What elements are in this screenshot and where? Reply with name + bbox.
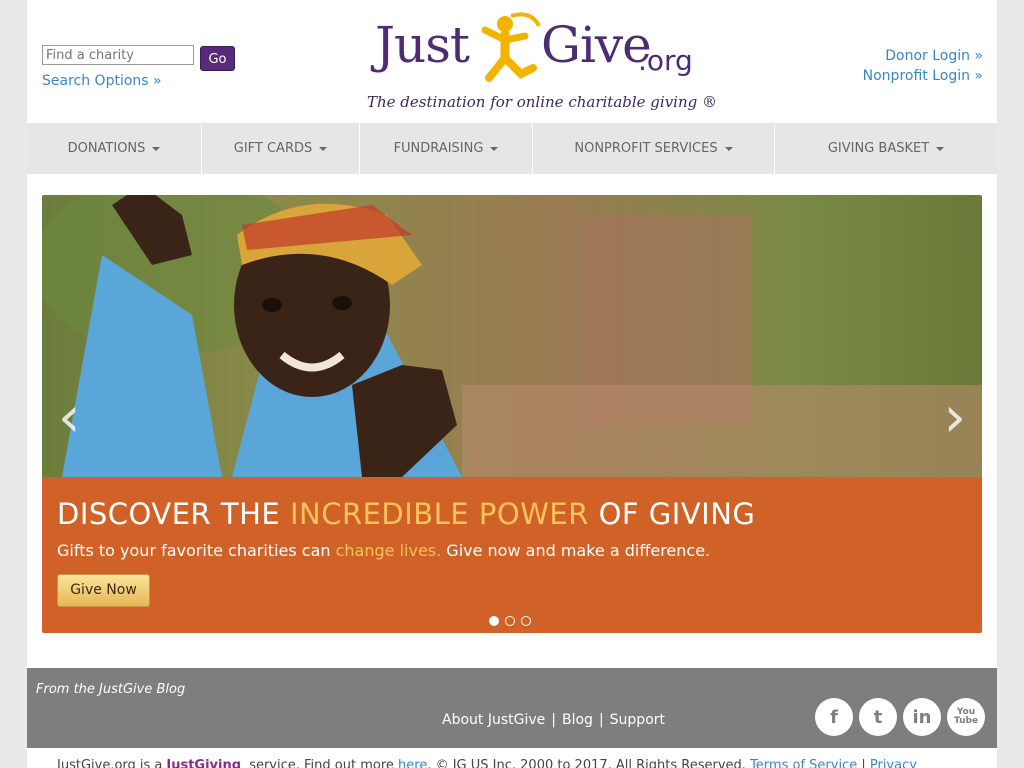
logo-figure-icon: [481, 12, 541, 82]
login-links: Donor Login » Nonprofit Login »: [863, 46, 983, 86]
logo-text-just: Just: [375, 16, 470, 74]
nav-donations[interactable]: DONATIONS: [27, 123, 202, 174]
here-link[interactable]: here: [398, 758, 427, 768]
caret-down-icon: [490, 146, 499, 151]
caret-down-icon: [936, 146, 945, 151]
about-justgive-link[interactable]: About JustGive: [442, 712, 545, 728]
hero-subtitle-part: Gifts to your favorite charities can: [57, 541, 336, 560]
copyright-text: JustGive.org is a: [57, 758, 163, 768]
nav-gift-cards[interactable]: GIFT CARDS: [202, 123, 360, 174]
nav-nonprofit-services-label: NONPROFIT SERVICES: [574, 141, 718, 156]
give-now-button[interactable]: Give Now: [57, 574, 150, 607]
hero-banner: DISCOVER THE INCREDIBLE POWER OF GIVING …: [42, 477, 982, 633]
twitter-icon[interactable]: t: [859, 698, 897, 736]
hero-photo-child: ‹ ›: [42, 195, 982, 477]
youtube-icon[interactable]: You Tube: [947, 698, 985, 736]
carousel-dot-1[interactable]: [489, 616, 499, 626]
nav-gift-cards-label: GIFT CARDS: [233, 141, 313, 156]
facebook-glyph: f: [830, 706, 838, 728]
hero-title: DISCOVER THE INCREDIBLE POWER OF GIVING: [57, 497, 755, 531]
nav-fundraising-label: FUNDRAISING: [393, 141, 484, 156]
hero-title-highlight: INCREDIBLE POWER: [289, 497, 589, 531]
footer-separator: |: [598, 712, 604, 728]
caret-down-icon: [724, 146, 733, 151]
terms-of-service-link[interactable]: Terms of Service: [750, 758, 857, 768]
carousel-prev-icon[interactable]: ‹: [58, 385, 80, 450]
justgive-logo[interactable]: Just Give .org The destination for onlin…: [363, 10, 718, 114]
search-options-link[interactable]: Search Options »: [42, 73, 162, 89]
copyright-text: service. Find out more: [245, 758, 399, 768]
search-go-button[interactable]: Go: [200, 46, 235, 71]
hero-subtitle-part: Give now and make a difference.: [441, 541, 711, 560]
hero-photo-illustration: [42, 195, 982, 477]
main-nav: DONATIONS GIFT CARDS FUNDRAISING NONPROF…: [27, 123, 997, 174]
hero-subtitle-highlight: change lives.: [335, 541, 442, 560]
caret-down-icon: [319, 146, 328, 151]
carousel-dot-3[interactable]: [521, 616, 531, 626]
support-link[interactable]: Support: [610, 712, 665, 728]
logo-text-give: Give: [541, 16, 652, 74]
footer: From the JustGive Blog About JustGive | Bl…: [27, 668, 997, 748]
nav-donations-label: DONATIONS: [67, 141, 146, 156]
hero-title-part: OF GIVING: [588, 497, 756, 531]
page: Go Search Options » Just Give .org The d…: [27, 0, 997, 768]
nav-fundraising[interactable]: FUNDRAISING: [360, 123, 533, 174]
linkedin-glyph: in: [912, 706, 932, 728]
logo-text-org: .org: [638, 44, 693, 77]
twitter-glyph: t: [873, 706, 883, 728]
blog-link[interactable]: Blog: [562, 712, 593, 728]
hero-title-part: DISCOVER THE: [57, 497, 290, 531]
privacy-link[interactable]: Privacy: [870, 758, 917, 768]
carousel-dot-2[interactable]: [505, 616, 515, 626]
donor-login-link[interactable]: Donor Login »: [863, 46, 983, 66]
copyright-text: . © JG US Inc. 2000 to 2017. All Rights …: [427, 758, 746, 768]
carousel-next-icon[interactable]: ›: [944, 385, 966, 450]
bottom-separator: |: [857, 758, 870, 768]
hero-carousel: ‹ › DISCOVER THE INCREDIBLE POWER OF GIV…: [42, 195, 982, 633]
nav-giving-basket-label: GIVING BASKET: [827, 141, 930, 156]
caret-down-icon: [152, 146, 161, 151]
youtube-glyph: You Tube: [953, 707, 979, 726]
footer-links: About JustGive | Blog | Support: [442, 712, 665, 728]
logo-tagline: The destination for online charitable gi…: [367, 93, 718, 111]
copyright-line: JustGive.org is a JustGiving service. Fin…: [57, 758, 917, 768]
search-input[interactable]: [42, 45, 194, 65]
footer-separator: |: [551, 712, 556, 728]
hero-subtitle: Gifts to your favorite charities can cha…: [57, 541, 710, 560]
facebook-icon[interactable]: f: [815, 698, 853, 736]
justgiving-brand[interactable]: JustGiving: [166, 758, 241, 768]
nav-giving-basket[interactable]: GIVING BASKET: [775, 123, 997, 174]
nav-nonprofit-services[interactable]: NONPROFIT SERVICES: [533, 123, 775, 174]
linkedin-icon[interactable]: in: [903, 698, 941, 736]
carousel-indicators: [489, 616, 531, 626]
nonprofit-login-link[interactable]: Nonprofit Login »: [863, 66, 983, 86]
copyright-bar: JustGive.org is a JustGiving service. Fin…: [27, 748, 997, 768]
blog-title: From the JustGive Blog: [36, 682, 186, 697]
